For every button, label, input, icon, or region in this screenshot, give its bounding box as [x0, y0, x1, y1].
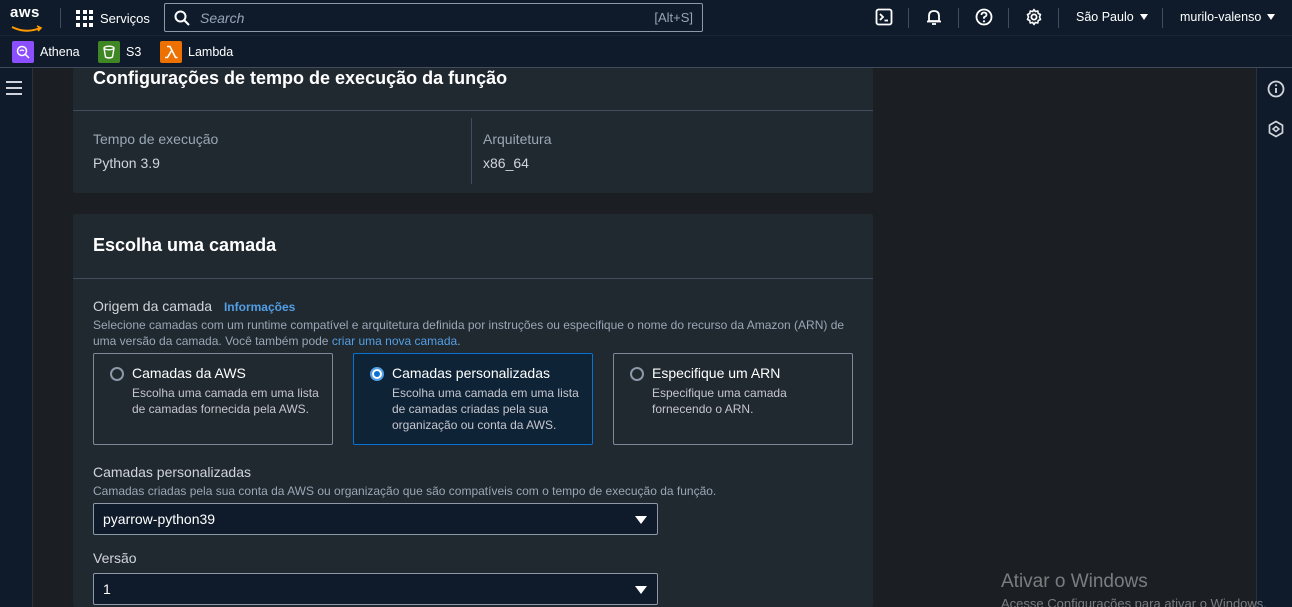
option-custom-layers[interactable]: Camadas personalizadas Escolha uma camad… [353, 353, 593, 445]
favorites-bar: Athena S3 Lambda [0, 35, 1292, 68]
radio-button-selected[interactable] [370, 367, 384, 381]
cloudshell-icon[interactable] [875, 8, 893, 26]
aws-logo-text: aws [10, 4, 40, 21]
dropdown-arrow-icon [635, 516, 647, 524]
caret-down-icon [1139, 14, 1148, 20]
custom-layers-description: Camadas criadas pela sua conta da AWS ou… [93, 484, 717, 498]
option-title: Camadas da AWS [132, 365, 246, 381]
watermark-subtitle: Acesse Configurações para ativar o Windo… [1001, 596, 1267, 607]
notifications-bell-icon[interactable] [925, 8, 943, 26]
layer-card-title: Escolha uma camada [93, 235, 277, 255]
left-side-rail [0, 68, 33, 607]
grid-icon [76, 9, 93, 27]
option-specify-arn[interactable]: Especifique um ARN Especifique uma camad… [613, 353, 853, 445]
favorite-label: S3 [126, 45, 142, 59]
watermark-title: Ativar o Windows [1001, 571, 1148, 592]
layer-source-description: Selecione camadas com um runtime compatí… [93, 317, 853, 349]
caret-down-icon [1267, 14, 1276, 20]
favorite-s3[interactable]: S3 [98, 41, 141, 63]
runtime-card-title: Configurações de tempo de execução da fu… [93, 68, 508, 88]
account-label: murilo-valenso [1180, 10, 1262, 24]
architecture-label: Arquitetura [483, 131, 552, 147]
nav-divider [1058, 8, 1059, 28]
search-bar[interactable]: [Alt+S] [164, 3, 703, 32]
aws-smile-icon [11, 25, 43, 32]
search-icon [174, 10, 190, 26]
athena-icon [12, 41, 34, 63]
option-aws-layers[interactable]: Camadas da AWS Escolha uma camada em uma… [93, 353, 333, 445]
custom-layers-label: Camadas personalizadas [93, 464, 251, 480]
dropdown-arrow-icon [635, 586, 647, 594]
option-description: Especifique uma camada fornecendo o ARN. [652, 386, 787, 416]
option-title: Especifique um ARN [652, 365, 781, 381]
favorite-label: Athena [40, 45, 80, 59]
runtime-settings-card: Configurações de tempo de execução da fu… [73, 68, 873, 193]
search-input[interactable] [200, 9, 655, 26]
search-shortcut-hint: [Alt+S] [654, 10, 693, 25]
favorite-lambda[interactable]: Lambda [160, 41, 233, 63]
architecture-value: x86_64 [483, 155, 529, 171]
aws-logo[interactable]: aws [10, 4, 46, 32]
nav-divider [60, 8, 61, 28]
nav-divider [958, 8, 959, 28]
region-label: São Paulo [1076, 10, 1134, 24]
help-icon[interactable] [975, 8, 993, 26]
version-selected-value: 1 [103, 581, 111, 597]
settings-gear-icon[interactable] [1025, 8, 1043, 26]
info-link[interactable]: Informações [224, 300, 295, 314]
runtime-label: Tempo de execução [93, 131, 219, 147]
favorite-athena[interactable]: Athena [12, 41, 80, 63]
description-text-end: . [457, 334, 461, 348]
custom-layer-select[interactable]: pyarrow-python39 [93, 503, 658, 535]
radio-button[interactable] [630, 367, 644, 381]
services-label: Serviços [100, 10, 150, 26]
nav-divider [1162, 8, 1163, 28]
lambda-icon [160, 41, 182, 63]
layer-source-field: Origem da camada Informações [93, 298, 295, 314]
runtime-value: Python 3.9 [93, 155, 160, 171]
region-selector[interactable]: São Paulo [1076, 10, 1148, 24]
windows-activation-watermark: Ativar o Windows Acesse Configurações pa… [1001, 571, 1267, 607]
description-text: Selecione camadas com um runtime compatí… [93, 318, 845, 348]
layer-source-label: Origem da camada [93, 298, 213, 314]
radio-button[interactable] [110, 367, 124, 381]
account-menu[interactable]: murilo-valenso [1180, 10, 1276, 24]
top-navigation: aws Serviços [Alt+S] [0, 0, 1292, 35]
create-new-layer-link[interactable]: criar uma nova camada [332, 334, 457, 348]
version-select[interactable]: 1 [93, 573, 658, 605]
nav-divider [1008, 8, 1009, 28]
custom-layer-selected-value: pyarrow-python39 [103, 511, 216, 527]
info-panel-icon[interactable] [1267, 80, 1285, 98]
card-divider [73, 110, 873, 111]
card-divider [73, 278, 873, 279]
hamburger-menu-icon[interactable] [6, 81, 22, 95]
right-side-rail [1256, 68, 1292, 607]
option-title: Camadas personalizadas [392, 365, 550, 381]
version-label: Versão [93, 550, 137, 566]
nav-divider [908, 8, 909, 28]
column-divider [471, 118, 472, 184]
s3-bucket-icon [98, 41, 120, 63]
option-description: Escolha uma camada em uma lista de camad… [132, 386, 319, 416]
choose-layer-card: Escolha uma camada Origem da camada Info… [73, 214, 873, 607]
option-description: Escolha uma camada em uma lista de camad… [392, 386, 579, 432]
services-menu-button[interactable]: Serviços [76, 8, 150, 28]
favorite-label: Lambda [188, 45, 234, 59]
assistant-hexagon-icon[interactable] [1267, 120, 1285, 138]
